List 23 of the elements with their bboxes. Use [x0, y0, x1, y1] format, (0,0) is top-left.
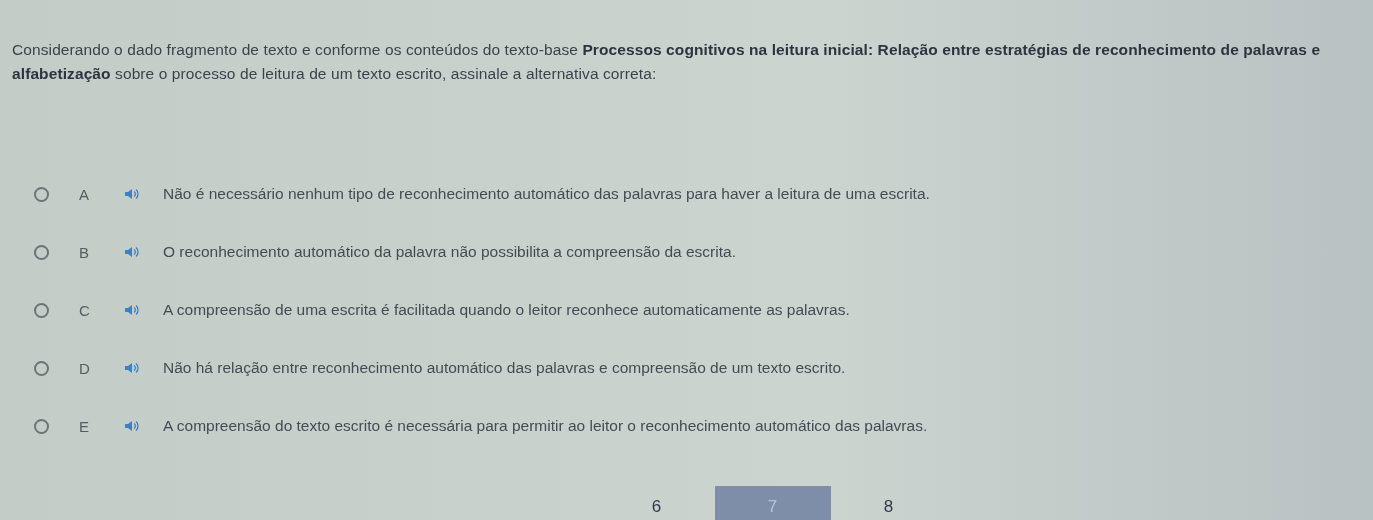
page-button[interactable]: 6 — [598, 486, 715, 520]
option-letter: B — [79, 243, 90, 261]
speaker-icon[interactable] — [125, 188, 139, 200]
option-letter: D — [79, 359, 91, 377]
option-text: Não há relação entre reconhecimento automático das palavras e compreensão de um texto escrito. — [163, 359, 846, 377]
speaker-icon[interactable] — [125, 246, 139, 258]
option-letter: A — [79, 185, 90, 203]
option-letter: C — [79, 301, 91, 319]
radio-button[interactable] — [34, 360, 49, 376]
radio-button[interactable] — [34, 186, 49, 202]
page-button[interactable]: 8 — [830, 486, 947, 520]
radio-button[interactable] — [34, 418, 49, 434]
option-text: A compreensão do texto escrito é necessária para permitir ao leitor o reconhecimento automático das palavras. — [163, 417, 928, 435]
option-text: A compreensão de uma escrita é facilitada quando o leitor reconhece automaticamente as palavras. — [163, 301, 850, 319]
speaker-icon[interactable] — [125, 420, 139, 432]
speaker-icon[interactable] — [125, 362, 139, 374]
speaker-icon[interactable] — [125, 304, 139, 316]
option-text: Não é necessário nenhum tipo de reconhecimento automático das palavras para haver a leitura de uma escrita. — [163, 185, 930, 203]
radio-button[interactable] — [34, 244, 49, 260]
option-text: O reconhecimento automático da palavra não possibilita a compreensão da escrita. — [163, 243, 736, 261]
option-letter: E — [79, 417, 90, 435]
question-text: Considerando o dado fragmento de texto e conforme os conteúdos do texto-base Processos cognitivos na leitura inicial: Relação entre estratégias de reconhecimento de palavras e alfabetização sobre o processo de leitura de um texto escrito, assinale a alternativa correta: — [12, 40, 1322, 84]
radio-button[interactable] — [34, 302, 49, 318]
